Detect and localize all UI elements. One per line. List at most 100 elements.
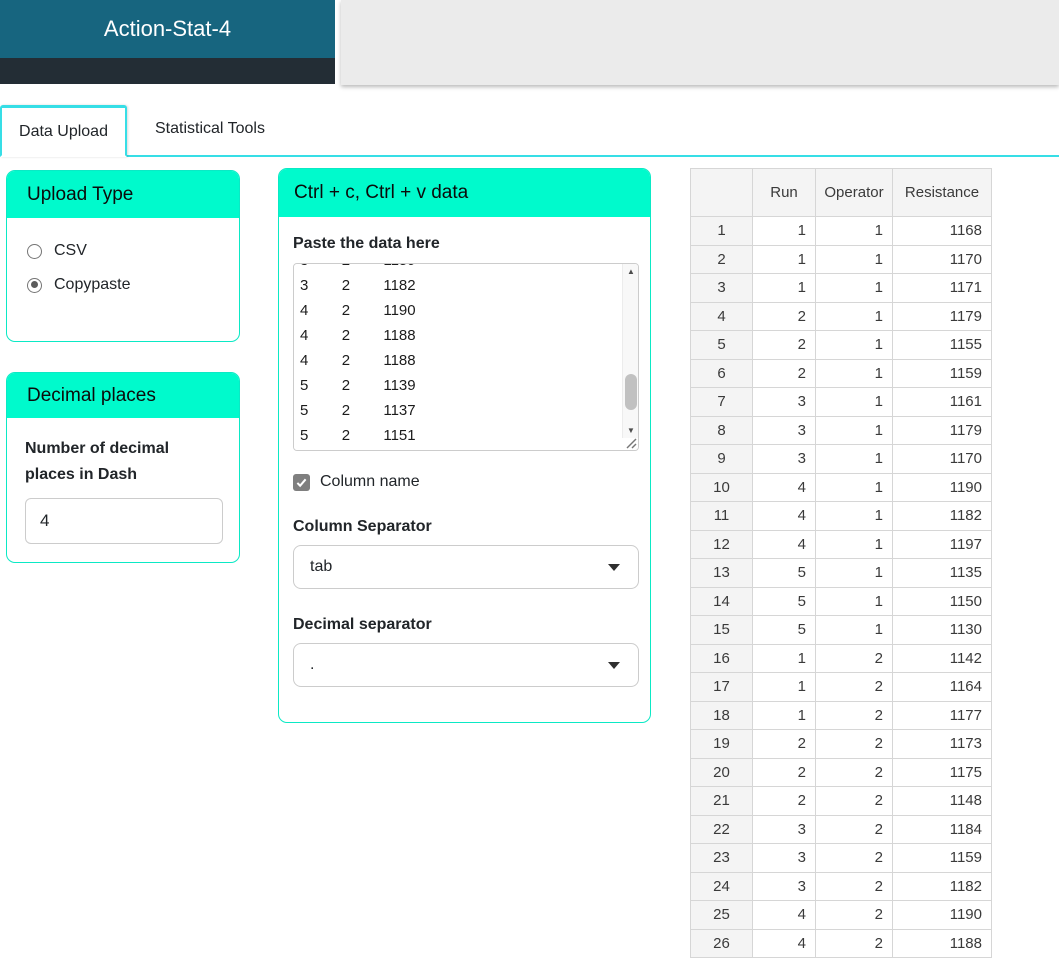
table-cell-index[interactable]: 24 — [691, 872, 753, 901]
column-name-checkbox[interactable] — [293, 474, 310, 491]
scrollbar-thumb[interactable] — [625, 374, 637, 410]
table-cell-index[interactable]: 13 — [691, 559, 753, 588]
table-cell[interactable]: 1 — [753, 644, 816, 673]
table-cell-index[interactable]: 4 — [691, 302, 753, 331]
table-cell[interactable]: 2 — [816, 844, 893, 873]
table-cell[interactable]: 1170 — [893, 445, 992, 474]
table-cell[interactable]: 2 — [816, 730, 893, 759]
table-cell[interactable]: 1182 — [893, 502, 992, 531]
radio-option-csv[interactable]: CSV — [27, 242, 239, 260]
table-cell[interactable]: 1179 — [893, 302, 992, 331]
table-cell-index[interactable]: 8 — [691, 416, 753, 445]
table-cell[interactable]: 1 — [816, 416, 893, 445]
table-cell-index[interactable]: 25 — [691, 901, 753, 930]
table-cell[interactable]: 4 — [753, 929, 816, 958]
table-cell[interactable]: 5 — [753, 616, 816, 645]
table-cell[interactable]: 1 — [816, 302, 893, 331]
table-cell[interactable]: 1168 — [893, 217, 992, 246]
table-cell-index[interactable]: 20 — [691, 758, 753, 787]
table-cell[interactable]: 4 — [753, 901, 816, 930]
table-cell[interactable]: 1197 — [893, 530, 992, 559]
table-cell-index[interactable]: 3 — [691, 274, 753, 303]
table-cell[interactable]: 1171 — [893, 274, 992, 303]
table-cell-index[interactable]: 2 — [691, 245, 753, 274]
table-cell[interactable]: 2 — [816, 787, 893, 816]
table-cell-index[interactable]: 11 — [691, 502, 753, 531]
radio-option-copypaste[interactable]: Copypaste — [27, 276, 239, 294]
table-cell[interactable]: 2 — [753, 302, 816, 331]
table-cell[interactable]: 5 — [753, 559, 816, 588]
table-cell-index[interactable]: 10 — [691, 473, 753, 502]
table-cell[interactable]: 4 — [753, 502, 816, 531]
table-cell[interactable]: 1188 — [893, 929, 992, 958]
table-cell[interactable]: 1 — [753, 245, 816, 274]
table-cell[interactable]: 3 — [753, 872, 816, 901]
table-cell[interactable]: 2 — [816, 758, 893, 787]
table-cell[interactable]: 4 — [753, 473, 816, 502]
table-cell[interactable]: 1159 — [893, 844, 992, 873]
table-cell[interactable]: 1 — [816, 473, 893, 502]
table-cell[interactable]: 1159 — [893, 359, 992, 388]
table-cell[interactable]: 1 — [816, 217, 893, 246]
table-cell[interactable]: 2 — [816, 701, 893, 730]
table-cell[interactable]: 2 — [753, 758, 816, 787]
table-cell[interactable]: 1130 — [893, 616, 992, 645]
column-separator-dropdown[interactable]: tab — [293, 545, 639, 589]
decimal-separator-dropdown[interactable]: . — [293, 643, 639, 687]
table-cell[interactable]: 1184 — [893, 815, 992, 844]
table-cell-index[interactable]: 21 — [691, 787, 753, 816]
table-cell[interactable]: 1155 — [893, 331, 992, 360]
table-cell[interactable]: 2 — [816, 815, 893, 844]
table-cell[interactable]: 1 — [816, 388, 893, 417]
table-cell[interactable]: 2 — [816, 673, 893, 702]
table-cell[interactable]: 1173 — [893, 730, 992, 759]
table-cell[interactable]: 1179 — [893, 416, 992, 445]
table-cell[interactable]: 1 — [816, 616, 893, 645]
table-cell[interactable]: 1175 — [893, 758, 992, 787]
table-cell-index[interactable]: 1 — [691, 217, 753, 246]
table-cell[interactable]: 2 — [753, 359, 816, 388]
table-cell[interactable]: 1190 — [893, 901, 992, 930]
decimal-places-input[interactable] — [25, 498, 223, 544]
table-cell[interactable]: 1 — [816, 359, 893, 388]
table-cell[interactable]: 1 — [816, 445, 893, 474]
table-cell[interactable]: 1190 — [893, 473, 992, 502]
radio-button-copypaste-icon[interactable] — [27, 278, 42, 293]
table-cell-index[interactable]: 5 — [691, 331, 753, 360]
table-cell[interactable]: 2 — [753, 787, 816, 816]
table-cell-index[interactable]: 23 — [691, 844, 753, 873]
scrollbar-up-icon[interactable]: ▲ — [623, 264, 639, 279]
table-cell[interactable]: 1 — [816, 530, 893, 559]
table-cell[interactable]: 2 — [816, 872, 893, 901]
table-cell-index[interactable]: 14 — [691, 587, 753, 616]
table-cell[interactable]: 1 — [753, 274, 816, 303]
table-cell[interactable]: 1 — [816, 274, 893, 303]
textarea-scrollbar[interactable]: ▲ ▼ — [622, 264, 638, 438]
table-cell[interactable]: 1 — [816, 245, 893, 274]
table-cell-index[interactable]: 9 — [691, 445, 753, 474]
table-cell[interactable]: 1164 — [893, 673, 992, 702]
table-cell[interactable]: 1 — [753, 701, 816, 730]
table-cell[interactable]: 1148 — [893, 787, 992, 816]
tab-data-upload[interactable]: Data Upload — [0, 105, 127, 157]
table-cell[interactable]: 1177 — [893, 701, 992, 730]
table-cell[interactable]: 1 — [753, 673, 816, 702]
table-cell[interactable]: 4 — [753, 530, 816, 559]
table-cell[interactable]: 2 — [816, 901, 893, 930]
table-cell-index[interactable]: 22 — [691, 815, 753, 844]
table-cell[interactable]: 3 — [753, 416, 816, 445]
table-cell[interactable]: 1 — [753, 217, 816, 246]
table-cell-index[interactable]: 12 — [691, 530, 753, 559]
table-cell[interactable]: 1170 — [893, 245, 992, 274]
column-name-checkbox-row[interactable]: Column name — [293, 473, 636, 491]
table-cell[interactable]: 1182 — [893, 872, 992, 901]
table-cell-index[interactable]: 26 — [691, 929, 753, 958]
table-cell[interactable]: 1142 — [893, 644, 992, 673]
table-cell-index[interactable]: 15 — [691, 616, 753, 645]
table-cell[interactable]: 3 — [753, 815, 816, 844]
table-cell[interactable]: 3 — [753, 844, 816, 873]
table-cell-index[interactable]: 16 — [691, 644, 753, 673]
table-cell[interactable]: 2 — [816, 929, 893, 958]
table-cell[interactable]: 1 — [816, 559, 893, 588]
table-cell-index[interactable]: 7 — [691, 388, 753, 417]
